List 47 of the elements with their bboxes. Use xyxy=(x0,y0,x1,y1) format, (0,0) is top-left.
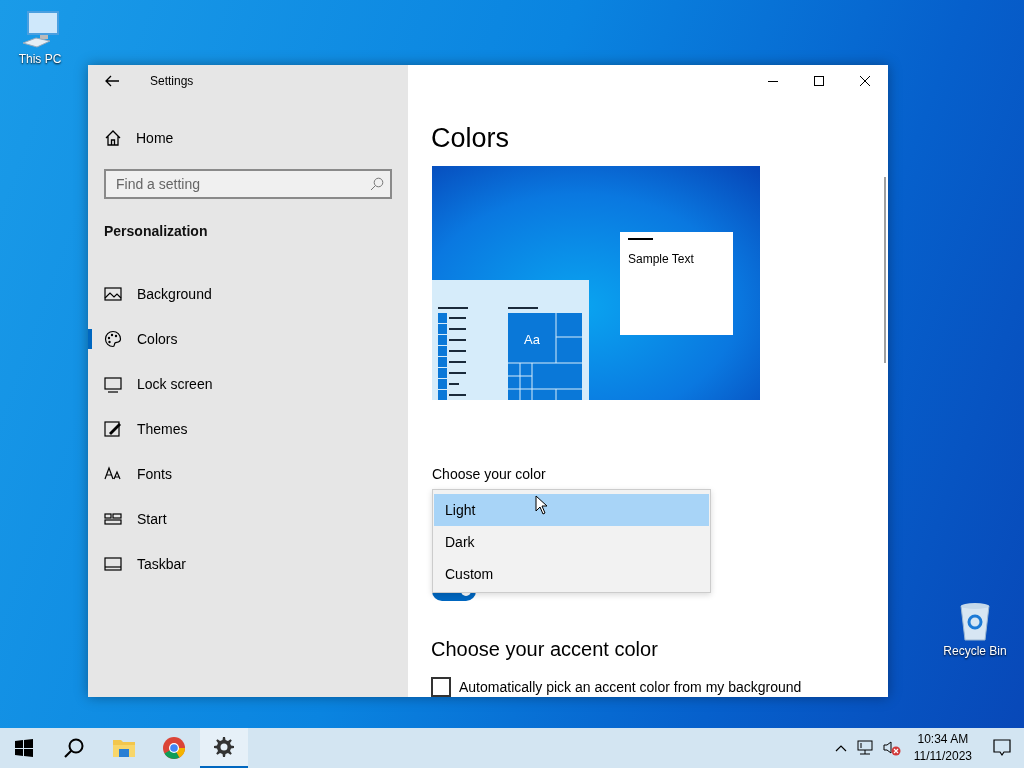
tiles-icon xyxy=(104,510,122,528)
sidebar-item[interactable]: Background xyxy=(88,270,408,318)
brush-icon xyxy=(104,420,122,438)
maximize-icon xyxy=(814,75,824,87)
network-icon xyxy=(856,740,873,756)
search-icon xyxy=(64,738,84,758)
monitor-icon xyxy=(104,375,122,393)
scrollbar[interactable] xyxy=(884,177,886,363)
close-icon xyxy=(860,75,870,87)
dropdown-option[interactable]: Custom xyxy=(434,558,709,590)
page-heading: Colors xyxy=(431,122,511,154)
speech-bubble-icon xyxy=(993,739,1011,757)
browser-icon xyxy=(162,736,186,760)
field-label: Choose your color xyxy=(432,466,547,482)
picture-icon xyxy=(104,285,122,303)
checkbox[interactable] xyxy=(431,677,451,697)
sidebar-item[interactable]: Start xyxy=(88,495,408,543)
muted-speaker-icon xyxy=(882,740,901,756)
sidebar-item[interactable]: Colors xyxy=(88,315,408,363)
clock[interactable]: 10:34 AM 11/11/2023 xyxy=(905,731,980,765)
section-heading: Personalization xyxy=(104,223,209,239)
gear-icon xyxy=(213,736,235,758)
desktop-icon-label[interactable]: Recycle Bin xyxy=(943,644,1007,658)
dropdown-option[interactable]: Light xyxy=(434,494,709,526)
sidebar-item[interactable]: Themes xyxy=(88,405,408,453)
sidebar-item[interactable]: Lock screen xyxy=(88,360,408,408)
home-link[interactable]: Home xyxy=(88,122,408,154)
folder-icon xyxy=(112,737,136,759)
taskbar-button[interactable] xyxy=(200,728,248,768)
chevron-up-icon xyxy=(834,744,847,752)
search-field[interactable]: Find a setting xyxy=(104,169,392,199)
computer-icon[interactable] xyxy=(20,10,60,50)
sample-text: Sample Text xyxy=(628,252,694,266)
section-heading: Choose your accent color xyxy=(431,638,659,661)
mouse-cursor-icon xyxy=(535,495,548,515)
window-title: Settings xyxy=(150,74,194,88)
back-arrow-icon xyxy=(104,73,120,89)
sidebar-item[interactable]: Taskbar xyxy=(88,540,408,588)
windows-logo-icon xyxy=(15,739,33,757)
checkbox-label: Automatically pick an accent color from my background xyxy=(459,679,802,695)
taskbar-icon xyxy=(104,555,122,573)
tile-label: Aa xyxy=(524,332,540,347)
search-icon xyxy=(370,177,384,191)
home-icon xyxy=(104,129,122,147)
palette-icon xyxy=(104,330,122,348)
sidebar-item[interactable]: Fonts xyxy=(88,450,408,498)
dropdown-option[interactable]: Dark xyxy=(434,526,709,558)
